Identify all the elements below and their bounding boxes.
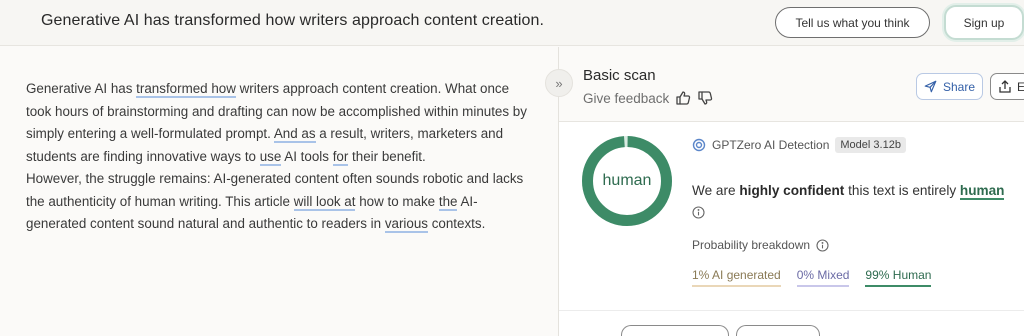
human-probability[interactable]: 99% Human bbox=[865, 268, 932, 287]
highlighted-phrase[interactable]: use bbox=[259, 148, 282, 166]
export-label: E bbox=[1017, 80, 1024, 94]
highlighted-phrase[interactable]: transformed how bbox=[136, 81, 236, 98]
export-button[interactable]: E bbox=[990, 73, 1024, 100]
probability-info-icon[interactable] bbox=[816, 238, 829, 252]
model-badge: Model 3.12b bbox=[835, 137, 906, 153]
give-feedback-row: Give feedback bbox=[583, 90, 713, 106]
scan-title: Basic scan bbox=[583, 67, 656, 84]
info-icon[interactable] bbox=[692, 206, 705, 219]
confidence-prefix: We are bbox=[692, 183, 740, 198]
detector-row: GPTZero AI Detection Model 3.12b bbox=[692, 137, 906, 153]
mixed-probability[interactable]: 0% Mixed bbox=[796, 268, 850, 287]
panel-divider bbox=[559, 310, 1024, 311]
export-icon bbox=[999, 80, 1011, 93]
text-segment: how to make bbox=[355, 193, 439, 209]
article-text[interactable]: Generative AI has transformed how writer… bbox=[26, 78, 531, 236]
confidence-level: highly confident bbox=[739, 183, 845, 198]
highlighted-phrase[interactable]: for bbox=[332, 148, 349, 166]
scan-results-panel: Basic scan Give feedback Share E human bbox=[558, 47, 1024, 336]
detector-name: GPTZero AI Detection bbox=[712, 138, 830, 152]
thumbs-down-icon[interactable] bbox=[697, 90, 713, 106]
donut-label: human bbox=[602, 172, 652, 189]
paragraph-1: Generative AI has transformed how writer… bbox=[26, 78, 531, 168]
text-segment: Generative AI has bbox=[26, 81, 137, 96]
confidence-mid: this text is entirely bbox=[844, 183, 960, 198]
collapse-panel-button[interactable]: » bbox=[545, 69, 573, 97]
bottom-action-button-1[interactable] bbox=[621, 325, 729, 336]
send-icon bbox=[924, 80, 937, 93]
probability-label: Probability breakdown bbox=[692, 238, 811, 252]
text-segment: their benefit. bbox=[348, 148, 426, 164]
probability-breakdown: 1% AI generated 0% Mixed 99% Human bbox=[692, 268, 932, 287]
highlighted-phrase[interactable]: And as bbox=[273, 126, 316, 143]
highlighted-phrase[interactable]: will look at bbox=[293, 193, 356, 211]
confidence-result: human bbox=[959, 183, 1005, 200]
highlighted-phrase[interactable]: the bbox=[438, 193, 458, 211]
give-feedback-label: Give feedback bbox=[583, 90, 670, 106]
ai-generated-probability[interactable]: 1% AI generated bbox=[692, 268, 781, 287]
share-button[interactable]: Share bbox=[916, 73, 983, 100]
paragraph-2: However, the struggle remains: AI-genera… bbox=[26, 168, 531, 236]
text-segment: contexts. bbox=[428, 216, 486, 231]
share-label: Share bbox=[942, 79, 976, 94]
article-panel: Generative AI has transformed how writer… bbox=[0, 47, 558, 336]
sign-up-button[interactable]: Sign up bbox=[944, 5, 1024, 40]
highlighted-phrase[interactable]: various bbox=[384, 216, 428, 233]
tell-us-button[interactable]: Tell us what you think bbox=[775, 7, 930, 38]
probability-breakdown-row: Probability breakdown bbox=[692, 238, 829, 252]
text-segment: AI tools bbox=[281, 148, 333, 164]
top-bar: Generative AI has transformed how writer… bbox=[0, 0, 1024, 46]
gptzero-logo-icon bbox=[692, 138, 706, 152]
bottom-action-button-2[interactable] bbox=[736, 325, 820, 336]
panel-header: Basic scan Give feedback Share E bbox=[559, 47, 1024, 122]
document-title: Generative AI has transformed how writer… bbox=[41, 12, 545, 29]
thumbs-up-icon[interactable] bbox=[675, 90, 691, 106]
confidence-statement: We are highly confident this text is ent… bbox=[692, 183, 1005, 200]
